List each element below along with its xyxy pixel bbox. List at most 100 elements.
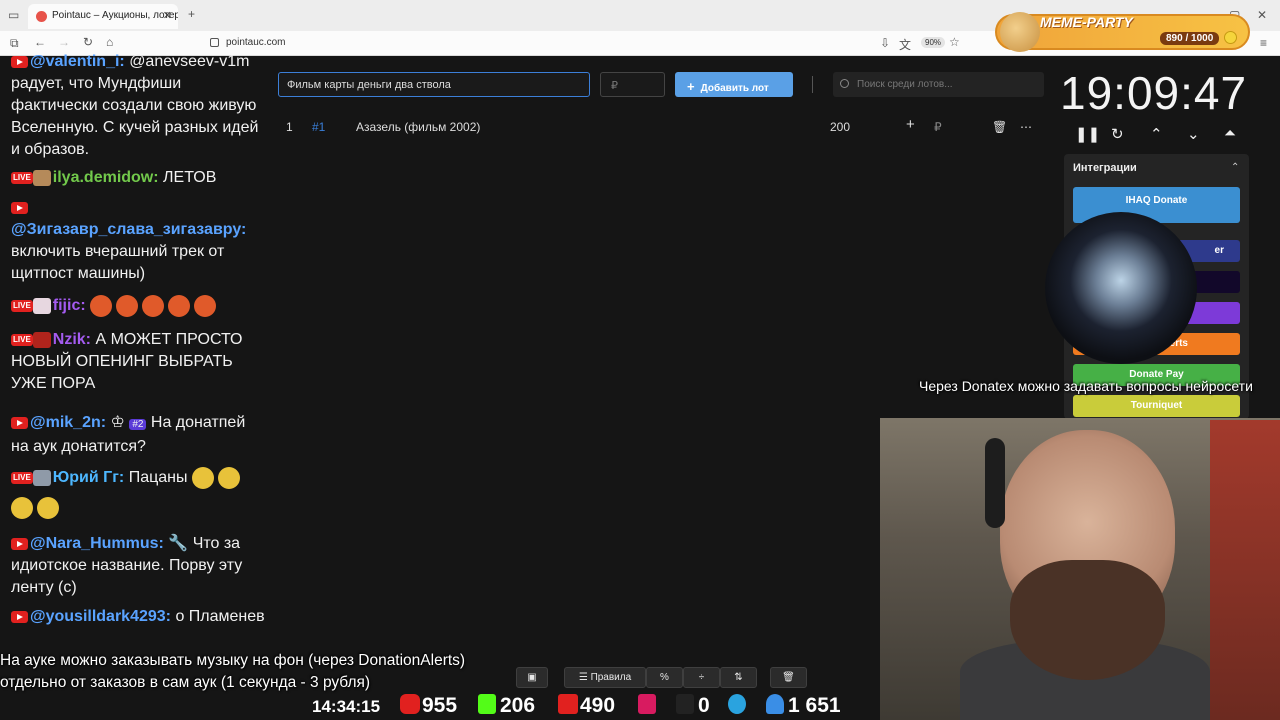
twitch-icon: [638, 694, 656, 714]
menu-icon[interactable]: ≡: [1260, 36, 1267, 50]
streamer-beard: [1010, 560, 1165, 680]
rules-button[interactable]: ☰ Правила: [564, 667, 646, 688]
sidebar-icon[interactable]: ⧉: [10, 36, 19, 51]
tab-actions-icon[interactable]: ▭: [8, 8, 19, 22]
lot-row[interactable]: 1 #1 Азазель (фильм 2002) 200 + ₽ 🗑 ⋯: [278, 112, 1043, 140]
lot-currency: ₽: [934, 120, 942, 134]
url-field[interactable]: pointauc.com: [204, 34, 884, 52]
split-icon[interactable]: ÷: [683, 667, 720, 688]
lot-name: Азазель (фильм 2002): [356, 120, 481, 134]
divider: [812, 76, 813, 93]
coin-icon: [1224, 31, 1237, 44]
chat-message: @mik_2n: ♔ #2 На донатпей на аук донатит…: [11, 412, 266, 458]
emote-icon: [11, 497, 33, 520]
reset-icon[interactable]: ↻: [1111, 125, 1124, 143]
list-icon: ☰: [578, 672, 591, 683]
emote-icon: [142, 295, 165, 317]
headset-icon: [985, 438, 1005, 528]
kick-icon: [478, 694, 496, 714]
vkplay-icon: [558, 694, 578, 714]
sort-icon[interactable]: ⇅: [720, 667, 757, 688]
emote-icon: [116, 295, 139, 317]
save-icon[interactable]: ▣: [516, 667, 548, 688]
add-lot-button[interactable]: + Добавить лот: [675, 72, 793, 97]
chat-text: включить вчерашний трек от щитпост машин…: [11, 243, 225, 282]
vkplay-live-icon: LIVE: [11, 171, 33, 184]
more-options-icon[interactable]: ⋯: [1020, 120, 1032, 134]
clear-icon[interactable]: 🗑: [770, 667, 807, 688]
close-window-icon[interactable]: ✕: [1257, 8, 1267, 22]
music-caption-line1: На ауке можно заказывать музыку на фон (…: [0, 652, 466, 669]
lot-name-input[interactable]: Фильм карты деньги два ствола: [278, 72, 590, 97]
chat-message: @Nara_Hummus: 🔧 Что за идиотское названи…: [11, 533, 266, 599]
integration-tourniquet[interactable]: Tourniquet: [1073, 395, 1240, 417]
rutube-icon: [676, 694, 694, 714]
forward-icon[interactable]: →: [58, 35, 70, 49]
vkplay-viewers: 490: [580, 694, 616, 717]
chat-username: @Nara_Hummus:: [30, 535, 164, 552]
search-placeholder: Поиск среди лотов...: [857, 79, 953, 90]
home-icon[interactable]: ⌂: [106, 35, 113, 49]
increase-time-icon[interactable]: ⌃: [1150, 125, 1163, 143]
youtube-icon: [11, 201, 28, 214]
emote-icon: [37, 497, 59, 520]
wrench-icon: 🔧: [168, 535, 189, 552]
lot-amount: 200: [830, 120, 851, 134]
integrations-title: Интеграции: [1073, 162, 1137, 174]
meme-party-title: MEME-PARTY: [1040, 14, 1133, 30]
emote-icon: [90, 295, 113, 317]
tab-title: Pointauc – Аукционы, лотере: [52, 10, 178, 21]
collapse-icon[interactable]: ⌃: [1231, 162, 1239, 173]
site-info-icon[interactable]: [210, 38, 219, 47]
telegram-icon: [728, 694, 746, 714]
lot-search-input[interactable]: Поиск среди лотов...: [833, 72, 1044, 97]
integration-label: IHAQ Donate: [1125, 195, 1188, 206]
close-tab-icon[interactable]: ✕: [163, 9, 172, 22]
chat-username: @yousilldark4293:: [30, 608, 171, 625]
music-caption-line2: отдельно от заказов в сам аук (1 секунда…: [0, 674, 371, 691]
chat-message: @valentin_i: @anevseev-v1m радует, что М…: [11, 51, 266, 161]
youtube-icon: [11, 416, 28, 429]
emote-icon: [191, 467, 214, 489]
vkplay-live-icon: LIVE: [11, 472, 33, 484]
translate-icon[interactable]: 文: [899, 36, 911, 53]
plus-icon: +: [687, 79, 695, 94]
user-avatar: [32, 470, 51, 486]
lot-index: 1: [286, 120, 293, 134]
background-flag: [1210, 420, 1280, 720]
decrease-time-icon[interactable]: ⌄: [1187, 125, 1200, 143]
pause-icon[interactable]: ❚❚: [1075, 125, 1100, 143]
user-avatar: [32, 169, 51, 186]
emote-icon: [217, 467, 240, 489]
integration-label: er: [1214, 245, 1224, 256]
new-tab-icon[interactable]: +: [188, 7, 195, 21]
double-up-icon[interactable]: ⏶: [1224, 125, 1236, 142]
url-text: pointauc.com: [226, 37, 286, 48]
chat-username: @valentin_i:: [30, 53, 125, 70]
percent-button[interactable]: %: [646, 667, 683, 688]
favicon-icon: [36, 11, 47, 22]
emote-icon: [194, 295, 217, 317]
chat-username: Юрий Гг:: [52, 469, 125, 487]
youtube-icon: [11, 610, 28, 623]
youtube-viewers: 955: [422, 694, 458, 717]
browser-tab[interactable]: Pointauc – Аукционы, лотере ✕: [28, 4, 178, 29]
lot-id: #1: [312, 120, 326, 134]
lot-amount-input[interactable]: ₽: [600, 72, 665, 97]
chat-overlay: @valentin_i: @anevseev-v1m радует, что М…: [0, 53, 270, 687]
vtuber-avatar: [1045, 212, 1197, 364]
delete-icon[interactable]: 🗑: [992, 120, 1007, 134]
emote-icon: [168, 295, 191, 317]
save-page-icon[interactable]: ⇩: [880, 36, 890, 50]
chat-message: @Зигазавр_слава_зигазавру: включить вчер…: [11, 197, 266, 285]
reload-icon[interactable]: ↻: [83, 35, 93, 49]
chat-text: Пацаны: [128, 469, 188, 487]
add-amount-icon[interactable]: +: [906, 116, 915, 133]
auction-timer: 19:09:47: [1060, 67, 1248, 119]
bookmark-star-icon[interactable]: ☆: [949, 35, 960, 49]
zoom-level[interactable]: 90%: [921, 37, 946, 48]
rank-badge: #2: [129, 419, 147, 430]
back-icon[interactable]: ←: [34, 35, 46, 49]
total-viewers: 1 651: [788, 694, 841, 717]
doge-icon: [1000, 12, 1040, 52]
